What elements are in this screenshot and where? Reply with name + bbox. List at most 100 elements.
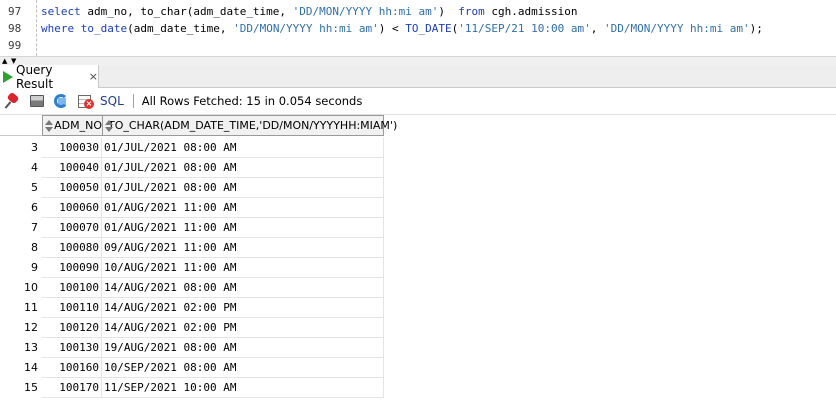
row-number[interactable]: 6 (0, 198, 42, 218)
sql-keyword: from (458, 5, 485, 18)
result-toolbar: × SQL All Rows Fetched: 15 in 0.054 seco… (0, 88, 836, 115)
table-row[interactable]: 12 100120 14/AUG/2021 02:00 PM (0, 318, 385, 338)
results-grid[interactable]: ADM_NO TO_CHAR(ADM_DATE_TIME,'DD/MON/YYY… (0, 115, 836, 401)
table-row[interactable]: 14 100160 10/SEP/2021 08:00 AM (0, 358, 385, 378)
row-number[interactable]: 5 (0, 178, 42, 198)
column-header-adm-no[interactable]: ADM_NO (42, 115, 103, 136)
code-line[interactable]: 98 where to_date(adm_date_time, 'DD/MON/… (0, 20, 836, 37)
cell-adm-date[interactable]: 01/JUL/2021 08:00 AM (102, 178, 384, 198)
row-number[interactable]: 12 (0, 318, 42, 338)
cell-adm-no[interactable]: 100170 (42, 378, 102, 398)
table-row[interactable]: 13 100130 19/AUG/2021 08:00 AM (0, 338, 385, 358)
sql-keyword: to_date (80, 22, 128, 35)
row-number[interactable]: 14 (0, 358, 42, 378)
panel-splitter[interactable]: ▲ ▼ (0, 56, 836, 65)
sql-text: ) (438, 5, 459, 18)
cell-adm-no[interactable]: 100070 (42, 218, 102, 238)
pin-icon-needle (4, 101, 12, 109)
code-line[interactable]: 97 select adm_no, to_char(adm_date_time,… (0, 3, 836, 20)
row-number[interactable]: 13 (0, 338, 42, 358)
cell-adm-no[interactable]: 100160 (42, 358, 102, 378)
print-button[interactable] (28, 92, 46, 110)
table-row[interactable]: 11 100110 14/AUG/2021 02:00 PM (0, 298, 385, 318)
sort-icon (45, 119, 54, 132)
table-row[interactable]: 6 100060 01/AUG/2021 11:00 AM (0, 198, 385, 218)
cell-adm-date[interactable]: 10/AUG/2021 11:00 AM (102, 258, 384, 278)
row-number[interactable]: 9 (0, 258, 42, 278)
sql-text: ); (749, 22, 763, 35)
cell-adm-date[interactable]: 19/AUG/2021 08:00 AM (102, 338, 384, 358)
cell-adm-date[interactable]: 11/SEP/2021 10:00 AM (102, 378, 384, 398)
cell-adm-no[interactable]: 100040 (42, 158, 102, 178)
sql-text: cgh.admission (484, 5, 578, 18)
cell-adm-date[interactable]: 14/AUG/2021 02:00 PM (102, 298, 384, 318)
clear-x-icon: × (84, 99, 94, 109)
cell-adm-date[interactable]: 14/AUG/2021 02:00 PM (102, 318, 384, 338)
print-icon (30, 95, 44, 107)
refresh-icon (54, 94, 68, 108)
fetch-status: All Rows Fetched: 15 in 0.054 seconds (141, 94, 363, 108)
table-row[interactable]: 15 100170 11/SEP/2021 10:00 AM (0, 378, 385, 398)
table-row[interactable]: 8 100080 09/AUG/2021 11:00 AM (0, 238, 385, 258)
cell-adm-no[interactable]: 100130 (42, 338, 102, 358)
pin-button[interactable] (4, 91, 22, 110)
line-number: 98 (8, 22, 22, 35)
refresh-button[interactable] (52, 92, 70, 110)
row-number[interactable]: 3 (0, 138, 42, 158)
sql-editor[interactable]: 97 select adm_no, to_char(adm_date_time,… (0, 0, 836, 56)
table-row[interactable]: 3 100030 01/JUL/2021 08:00 AM (0, 138, 385, 158)
close-icon[interactable]: × (89, 70, 98, 83)
row-number[interactable]: 7 (0, 218, 42, 238)
column-header-label: TO_CHAR(ADM_DATE_TIME,'DD/MON/YYYYHH:MIA… (108, 119, 398, 132)
cell-adm-no[interactable]: 100120 (42, 318, 102, 338)
cell-adm-no[interactable]: 100080 (42, 238, 102, 258)
column-header-to-char[interactable]: TO_CHAR(ADM_DATE_TIME,'DD/MON/YYYYHH:MIA… (103, 115, 397, 136)
cell-adm-date[interactable]: 01/JUL/2021 08:00 AM (102, 138, 384, 158)
column-header-label: ADM_NO (54, 119, 102, 132)
cell-adm-no[interactable]: 100060 (42, 198, 102, 218)
row-number[interactable]: 4 (0, 158, 42, 178)
cell-adm-no[interactable]: 100050 (42, 178, 102, 198)
collapse-up-icon[interactable]: ▲ (2, 57, 7, 65)
row-number[interactable]: 8 (0, 238, 42, 258)
row-number[interactable]: 11 (0, 298, 42, 318)
row-number[interactable]: 15 (0, 378, 42, 398)
cell-adm-date[interactable]: 01/AUG/2021 11:00 AM (102, 218, 384, 238)
tab-label: Query Result (16, 62, 54, 91)
clear-button[interactable]: × (76, 92, 94, 110)
sql-keyword: select (41, 5, 81, 18)
cell-adm-no[interactable]: 100090 (42, 258, 102, 278)
cell-adm-date[interactable]: 09/AUG/2021 11:00 AM (102, 238, 384, 258)
cell-adm-date[interactable]: 01/AUG/2021 11:00 AM (102, 198, 384, 218)
table-row[interactable]: 4 100040 01/JUL/2021 08:00 AM (0, 158, 385, 178)
sql-keyword: where (41, 22, 75, 35)
table-row[interactable]: 9 100090 10/AUG/2021 11:00 AM (0, 258, 385, 278)
row-number[interactable]: 10 (0, 278, 42, 298)
code-line[interactable]: 99 (0, 37, 836, 54)
table-row[interactable]: 7 100070 01/AUG/2021 11:00 AM (0, 218, 385, 238)
cell-adm-date[interactable]: 01/JUL/2021 08:00 AM (102, 158, 384, 178)
sql-string: 'DD/MON/YYYY hh:mi am' (603, 22, 750, 35)
table-row[interactable]: 5 100050 01/JUL/2021 08:00 AM (0, 178, 385, 198)
sql-keyword: TO_DATE (405, 22, 452, 35)
result-tab-strip: Query Result × (0, 62, 836, 91)
sql-text: adm_no, to_char(adm_date_time, (80, 5, 293, 18)
cell-adm-date[interactable]: 14/AUG/2021 08:00 AM (102, 278, 384, 298)
code-text[interactable]: select adm_no, to_char(adm_date_time, 'D… (41, 3, 577, 20)
toolbar-divider (132, 94, 134, 108)
run-icon (3, 70, 13, 83)
sql-text: , (590, 22, 604, 35)
code-text[interactable]: where to_date(adm_date_time, 'DD/MON/YYY… (41, 20, 763, 37)
sql-button[interactable]: SQL (100, 94, 124, 108)
sql-text: ) < (378, 22, 406, 35)
cell-adm-date[interactable]: 10/SEP/2021 08:00 AM (102, 358, 384, 378)
tab-query-result[interactable]: Query Result × (0, 62, 99, 91)
grid-header: ADM_NO TO_CHAR(ADM_DATE_TIME,'DD/MON/YYY… (0, 115, 397, 136)
cell-adm-no[interactable]: 100110 (42, 298, 102, 318)
sql-text: (adm_date_time, (127, 22, 234, 35)
line-number: 99 (8, 39, 22, 52)
cell-adm-no[interactable]: 100100 (42, 278, 102, 298)
cell-adm-no[interactable]: 100030 (42, 138, 102, 158)
table-row[interactable]: 10 100100 14/AUG/2021 08:00 AM (0, 278, 385, 298)
sql-string: '11/SEP/21 10:00 am' (458, 22, 591, 35)
